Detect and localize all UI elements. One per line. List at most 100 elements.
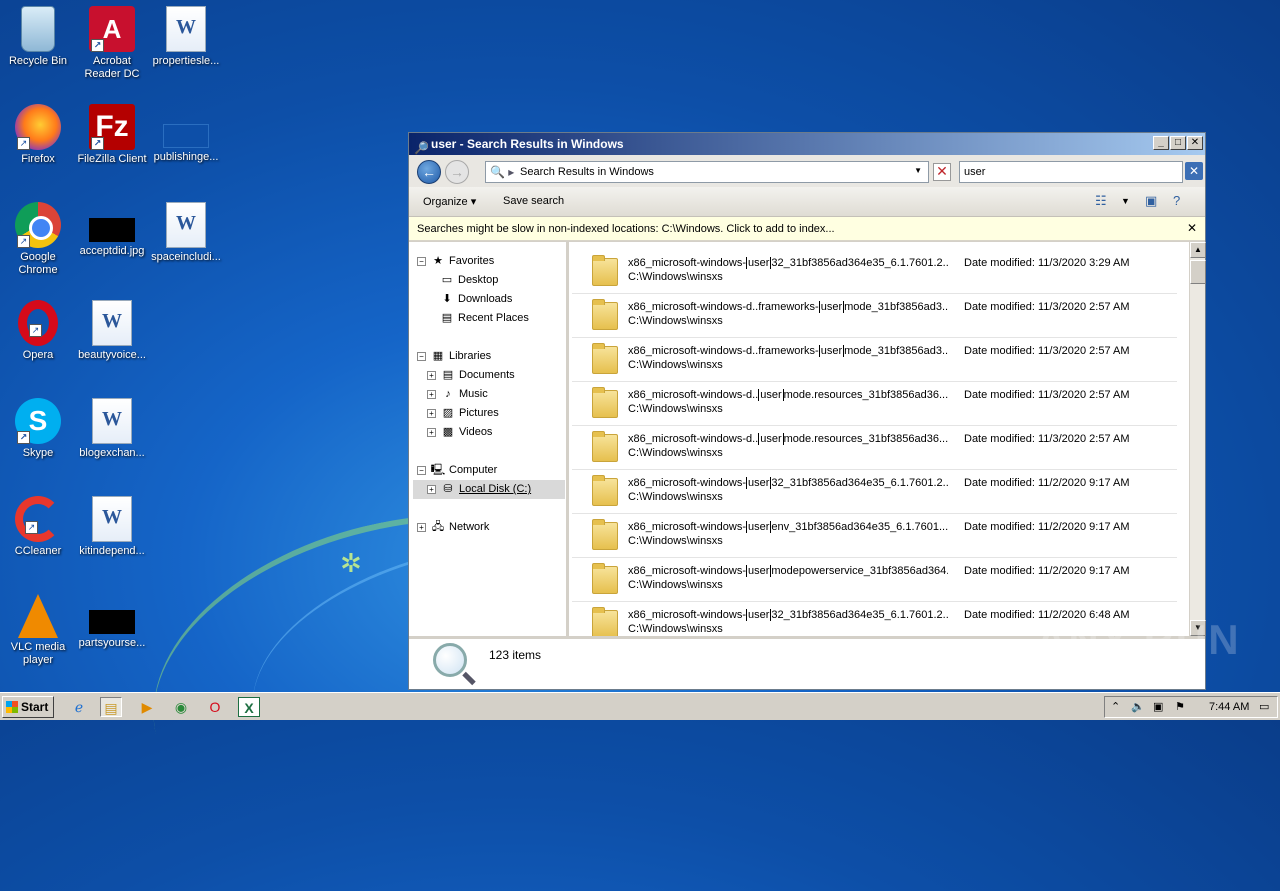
start-button[interactable]: Start (2, 696, 54, 718)
desktop-icon-chrome[interactable]: ↗ Google Chrome (0, 202, 76, 277)
system-tray: ⌃ 🔈 ▣ ⚑ 7:44 AM ▭ (1104, 696, 1278, 718)
volume-icon[interactable]: 🔈 (1131, 700, 1145, 713)
preview-pane-icon[interactable]: ▣ (1145, 193, 1157, 209)
nav-recent-places[interactable]: ▤ Recent Places (439, 309, 529, 328)
desktop-icon-skype[interactable]: S ↗ Skype (0, 398, 76, 460)
list-item[interactable]: x86_microsoft-windows-user env_31bf3856ad… (572, 514, 1177, 558)
back-button[interactable]: ← (417, 160, 441, 184)
desktop-icon-acrobat[interactable]: A ↗ Acrobat Reader DC (74, 6, 150, 81)
desktop-icon-kitindepend[interactable]: W kitindepend... (74, 496, 150, 558)
acrobat-icon: A ↗ (89, 6, 135, 52)
nav-desktop[interactable]: ▭ Desktop (439, 271, 499, 290)
firefox-icon: ↗ (15, 104, 61, 150)
nav-documents[interactable]: + ▤ Documents (427, 366, 515, 385)
file-path: C:\Windows\winsxs (628, 447, 723, 459)
close-icon[interactable]: ✕ (1187, 221, 1197, 235)
chevron-down-icon[interactable]: ▼ (914, 166, 922, 175)
file-name: x86_microsoft-windows-user 32_31bf3856ad3… (628, 257, 948, 269)
nav-network[interactable]: + 🖧 Network (417, 518, 489, 537)
view-options-icon[interactable]: ☷ (1095, 193, 1107, 209)
desktop-icon-firefox[interactable]: ↗ Firefox (0, 104, 76, 166)
desktop-icon-vlc[interactable]: VLC media player (0, 594, 76, 667)
list-item[interactable]: x86_microsoft-windows-d.. user mode.resour… (572, 426, 1177, 470)
downloads-icon: ⬇ (442, 293, 452, 305)
ccleaner-icon: ↗ (15, 496, 61, 542)
folder-icon (592, 343, 618, 374)
action-center-icon[interactable]: ⚑ (1175, 700, 1185, 713)
info-bar[interactable]: Searches might be slow in non-indexed lo… (409, 217, 1205, 241)
desktop-icon-partsyourse[interactable]: partsyourse... (74, 594, 150, 650)
nav-downloads[interactable]: ⬇ Downloads (439, 290, 512, 309)
list-item[interactable]: x86_microsoft-windows-user 32_31bf3856ad3… (572, 470, 1177, 514)
show-desktop-icon[interactable]: ▭ (1259, 700, 1269, 713)
magnifier-icon (433, 643, 467, 677)
taskbar: Start ℯ ▤ ▶ ◉ O X ⌃ 🔈 ▣ ⚑ 7:44 AM ▭ (0, 692, 1280, 720)
nav-local-disk[interactable]: + ⛁ Local Disk (C:) (413, 480, 565, 499)
internet-explorer-icon[interactable]: ℯ (68, 697, 90, 717)
maximize-button[interactable]: □ (1170, 136, 1186, 150)
explorer-taskbar-button[interactable]: ▤ (100, 697, 122, 717)
network-tray-icon[interactable]: ▣ (1153, 700, 1163, 713)
vertical-scrollbar[interactable]: ▲ ▼ (1189, 242, 1206, 636)
info-message: Searches might be slow in non-indexed lo… (417, 223, 835, 235)
file-name: x86_microsoft-windows-user modepowerservi… (628, 565, 948, 577)
nav-libraries[interactable]: − ▦ Libraries (417, 347, 491, 366)
nav-videos[interactable]: + ▩ Videos (427, 423, 492, 442)
chrome-icon: ↗ (15, 202, 61, 248)
desktop-icon-recycle-bin[interactable]: Recycle Bin (0, 6, 76, 68)
search-button[interactable]: ✕ (1185, 162, 1203, 180)
desktop-icon-publishinge[interactable]: publishinge... (148, 104, 224, 164)
address-path[interactable]: Search Results in Windows (520, 166, 654, 178)
chevron-down-icon[interactable]: ▼ (1121, 196, 1130, 206)
nav-music[interactable]: + ♪ Music (427, 385, 488, 404)
forward-button[interactable]: → (445, 160, 469, 184)
pictures-icon: ▨ (442, 407, 454, 419)
clock[interactable]: 7:44 AM (1209, 701, 1249, 713)
desktop-icon-blogexchan[interactable]: W blogexchan... (74, 398, 150, 460)
organize-button[interactable]: Organize ▾ (423, 195, 476, 208)
close-button[interactable]: ✕ (1187, 136, 1203, 150)
chrome-taskbar-icon[interactable]: ◉ (170, 697, 192, 717)
computer-icon: 🖳 (430, 464, 446, 476)
excel-icon[interactable]: X (238, 697, 260, 717)
wallpaper-logo: ✲ (340, 548, 362, 578)
date-modified: Date modified: 11/3/2020 2:57 AM (964, 433, 1130, 445)
folder-icon (592, 607, 618, 636)
help-icon[interactable]: ? (1173, 193, 1180, 208)
search-input[interactable]: user (959, 161, 1183, 183)
desktop-icon-beautyvoice[interactable]: W beautyvoice... (74, 300, 150, 362)
list-item[interactable]: x86_microsoft-windows-user 32_31bf3856ad3… (572, 250, 1177, 294)
address-bar[interactable]: 🔍 ▸ Search Results in Windows ▼ (485, 161, 929, 183)
file-path: C:\Windows\winsxs (628, 315, 723, 327)
desktop-icon-filezilla[interactable]: Fz ↗ FileZilla Client (74, 104, 150, 166)
desktop-icon-acceptdid[interactable]: acceptdid.jpg (74, 202, 150, 258)
desktop-icon-opera[interactable]: ↗ Opera (0, 300, 76, 362)
scroll-up-button[interactable]: ▲ (1190, 242, 1206, 258)
nav-pictures[interactable]: + ▨ Pictures (427, 404, 499, 423)
desktop-icon-propertiesle[interactable]: W propertiesle... (148, 6, 224, 68)
desktop-icon-ccleaner[interactable]: ↗ CCleaner (0, 496, 76, 558)
libraries-icon: ▦ (432, 350, 444, 362)
chevron-up-icon[interactable]: ⌃ (1111, 700, 1120, 713)
opera-taskbar-icon[interactable]: O (204, 697, 226, 717)
folder-icon (592, 255, 618, 286)
date-modified: Date modified: 11/2/2020 9:17 AM (964, 565, 1130, 577)
list-item[interactable]: x86_microsoft-windows-d..frameworks-user… (572, 338, 1177, 382)
navigation-pane: − ★ Favorites ▭ Desktop ⬇ Downloads ▤ Recent … (409, 242, 569, 636)
filezilla-icon: Fz ↗ (89, 104, 135, 150)
list-item[interactable]: x86_microsoft-windows-user modepowerservi… (572, 558, 1177, 602)
save-search-button[interactable]: Save search (503, 195, 564, 207)
scroll-thumb[interactable] (1190, 260, 1206, 284)
nav-favorites[interactable]: − ★ Favorites (417, 252, 494, 271)
desktop-icon-spaceincludi[interactable]: W spaceincludi... (148, 202, 224, 264)
media-player-icon[interactable]: ▶ (136, 697, 158, 717)
list-item[interactable]: x86_microsoft-windows-d.. user mode.resour… (572, 382, 1177, 426)
clear-search-button[interactable]: ✕ (933, 163, 951, 181)
address-row: ← → 🔍 ▸ Search Results in Windows ▼ ✕ us… (409, 155, 1205, 187)
folder-icon (592, 387, 618, 418)
nav-computer[interactable]: − 🖳 Computer (417, 461, 497, 480)
list-item[interactable]: x86_microsoft-windows-d..frameworks-user… (572, 294, 1177, 338)
folder-icon (592, 519, 618, 550)
window-titlebar[interactable]: 🔎 user - Search Results in Windows _ □ ✕ (409, 133, 1205, 155)
minimize-button[interactable]: _ (1153, 136, 1169, 150)
